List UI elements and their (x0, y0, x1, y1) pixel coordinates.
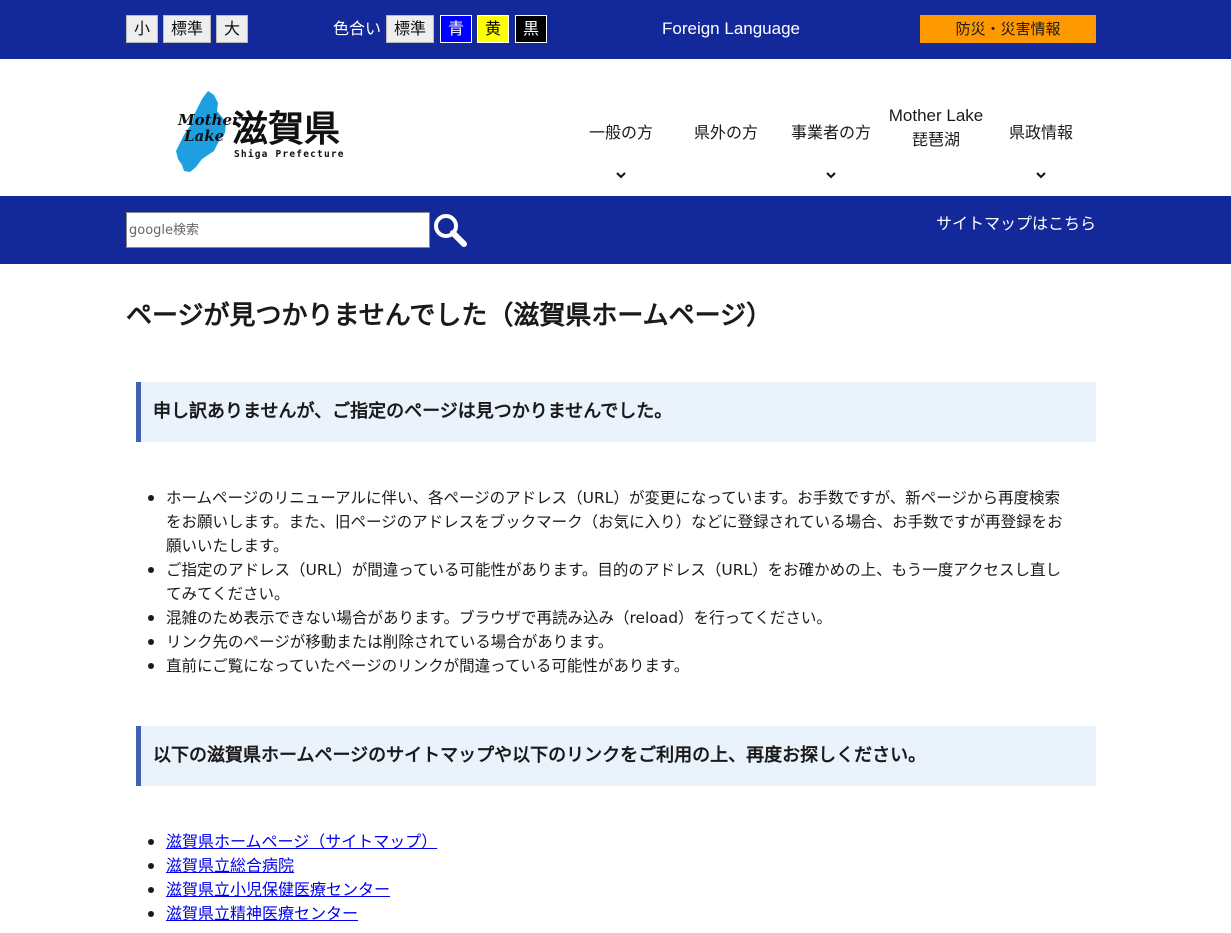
list-item: 滋賀県立総合病院 (148, 854, 1066, 878)
color-scheme-label: 色合い (333, 19, 382, 38)
utility-bar: 小 標準 大 色合い 標準 青 黄 黒 Foreign Language 防災・… (0, 0, 1231, 59)
foreign-language-link[interactable]: Foreign Language (662, 15, 800, 43)
color-blue-button[interactable]: 青 (440, 15, 472, 43)
color-yellow-button[interactable]: 黄 (477, 15, 509, 43)
page-title: ページが見つかりませんでした（滋賀県ホームページ） (126, 301, 773, 331)
nav-label: Mother Lake (888, 106, 984, 125)
link-sitemap[interactable]: 滋賀県ホームページ（サイトマップ） (166, 832, 437, 851)
sitemap-link[interactable]: サイトマップはこちら (934, 212, 1096, 236)
nav-prefectural-govt[interactable]: 県政情報 (989, 59, 1093, 196)
font-size-small-button[interactable]: 小 (126, 15, 158, 43)
list-item: 滋賀県ホームページ（サイトマップ） (148, 830, 1066, 854)
link-general-hospital[interactable]: 滋賀県立総合病院 (166, 856, 294, 875)
section-heading-search-again: 以下の滋賀県ホームページのサイトマップや以下のリンクをご利用の上、再度お探しくだ… (136, 726, 1096, 786)
nav-label: 県外の方 (693, 123, 758, 142)
list-item: ご指定のアドレス（URL）が間違っている可能性があります。目的のアドレス（URL… (148, 558, 1066, 606)
links-list: 滋賀県ホームページ（サイトマップ） 滋賀県立総合病院 滋賀県立小児保健医療センタ… (148, 830, 1066, 926)
link-childrens-center[interactable]: 滋賀県立小児保健医療センター (166, 880, 390, 899)
chevron-down-icon (616, 172, 626, 179)
nav-outside-prefecture[interactable]: 県外の方 (674, 59, 778, 196)
list-item: 滋賀県立小児保健医療センター (148, 878, 1066, 902)
font-size-large-button[interactable]: 大 (216, 15, 248, 43)
chevron-down-icon (826, 172, 836, 179)
font-size-standard-button[interactable]: 標準 (163, 15, 211, 43)
section-heading-not-found: 申し訳ありませんが、ご指定のページは見つかりませんでした。 (136, 382, 1096, 442)
search-bar: サイトマップはこちら (0, 196, 1231, 264)
nav-label: 一般の方 (588, 123, 653, 142)
nav-business[interactable]: 事業者の方 (779, 59, 883, 196)
search-icon (434, 214, 467, 247)
chevron-down-icon (1036, 172, 1046, 179)
list-item: リンク先のページが移動または削除されている場合があります。 (148, 630, 1066, 654)
reasons-list: ホームページのリニューアルに伴い、各ページのアドレス（URL）が変更になっていま… (148, 486, 1066, 678)
shiga-logo[interactable]: Mother Lake 滋賀県 Shiga Prefecture (170, 89, 350, 173)
color-black-button[interactable]: 黒 (515, 15, 547, 43)
nav-label: 事業者の方 (790, 123, 871, 142)
list-item: 直前にご覧になっていたページのリンクが間違っている可能性があります。 (148, 654, 1066, 678)
nav-general-public[interactable]: 一般の方 (569, 59, 673, 196)
search-input[interactable] (126, 212, 430, 248)
color-standard-button[interactable]: 標準 (386, 15, 434, 43)
svg-text:Lake: Lake (183, 127, 224, 145)
list-item: ホームページのリニューアルに伴い、各ページのアドレス（URL）が変更になっていま… (148, 486, 1066, 558)
nav-label: 県政情報 (1008, 123, 1073, 142)
disaster-info-button[interactable]: 防災・災害情報 (920, 15, 1096, 43)
svg-text:滋賀県: 滋賀県 (232, 109, 340, 150)
lake-biwa-mark-icon: Mother Lake 滋賀県 Shiga Prefecture (176, 91, 345, 172)
list-item: 滋賀県立精神医療センター (148, 902, 1066, 926)
search-button[interactable] (432, 212, 468, 248)
list-item: 混雑のため表示できない場合があります。ブラウザで再読み込み（reload）を行っ… (148, 606, 1066, 630)
nav-label-sub: 琵琶湖 (911, 130, 960, 149)
nav-mother-lake[interactable]: Mother Lake 琵琶湖 (884, 59, 988, 196)
link-mental-health-center[interactable]: 滋賀県立精神医療センター (166, 904, 358, 923)
svg-text:Shiga Prefecture: Shiga Prefecture (234, 149, 345, 160)
